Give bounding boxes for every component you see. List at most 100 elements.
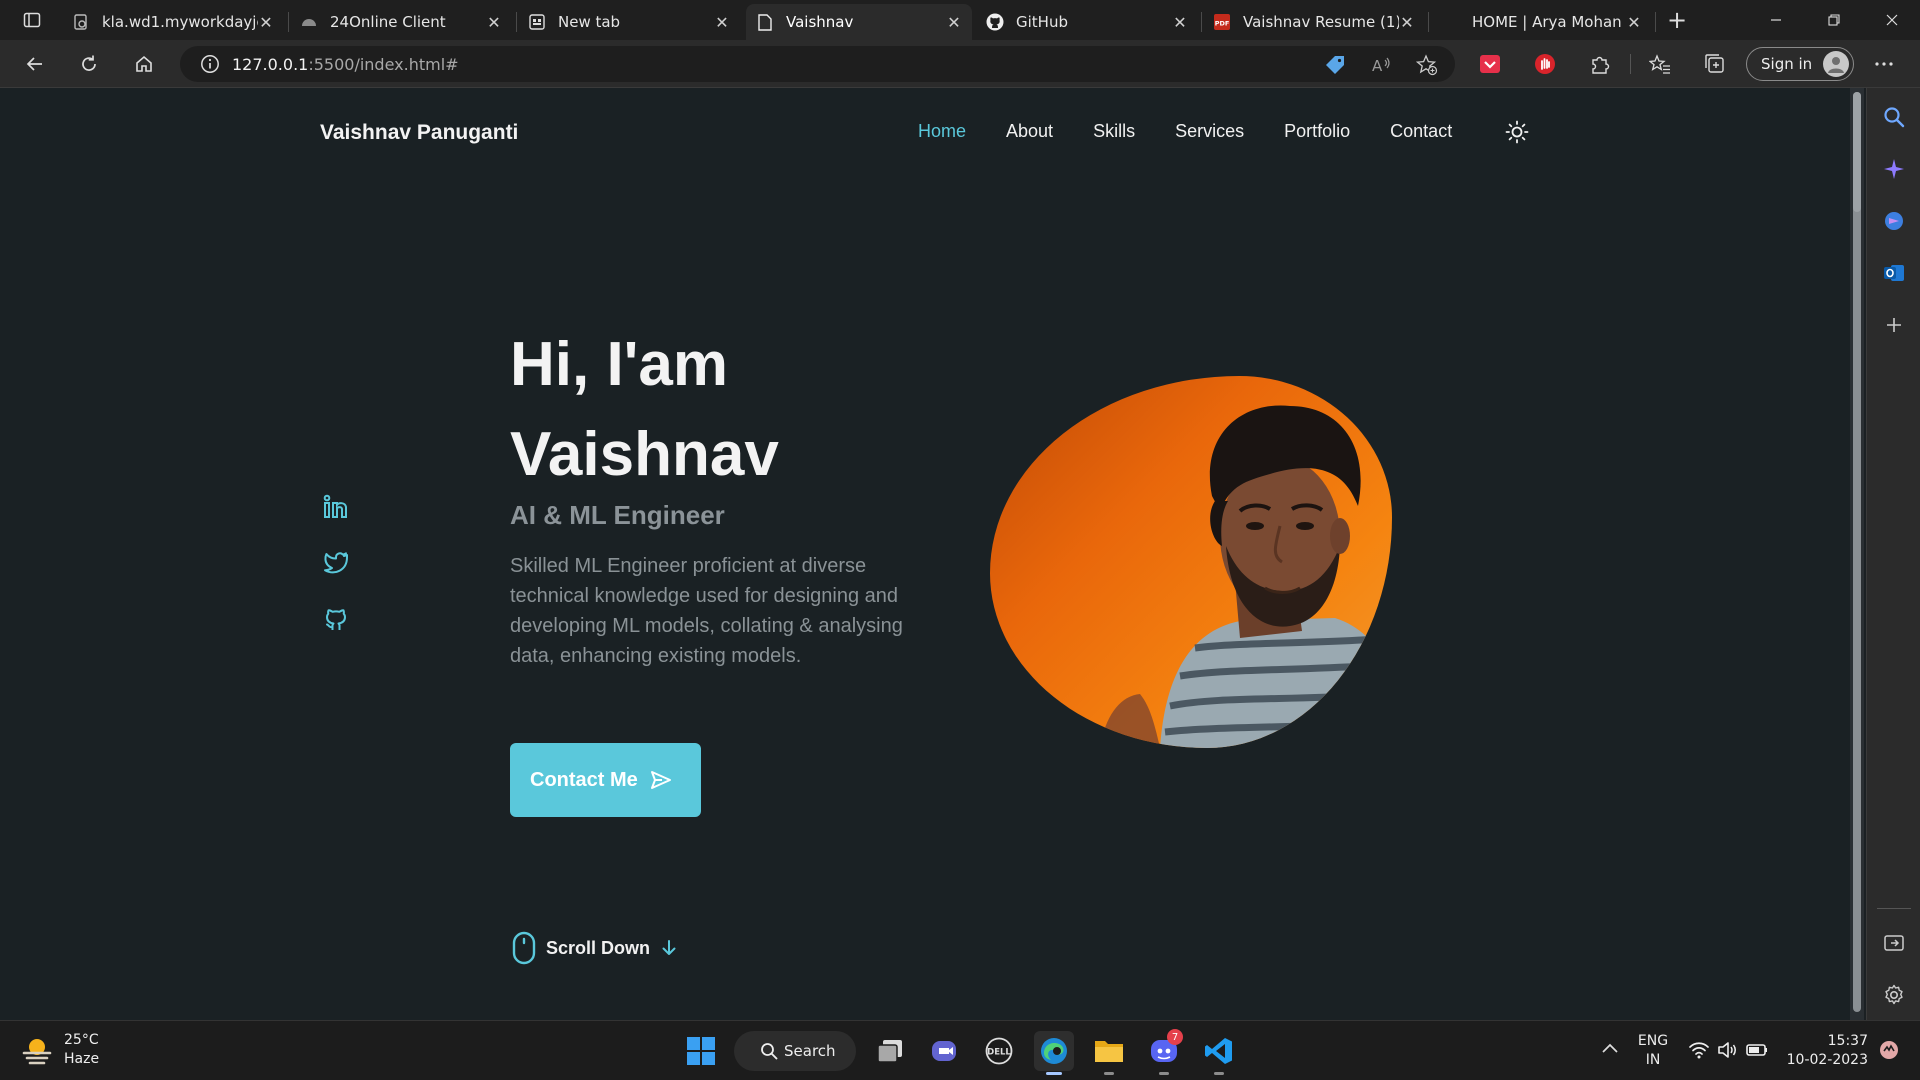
contact-me-button[interactable]: Contact Me	[510, 743, 701, 817]
teams-chat-button[interactable]	[924, 1031, 964, 1071]
file-explorer-button[interactable]	[1089, 1031, 1129, 1075]
mouse-icon	[512, 931, 536, 965]
vscode-icon	[1205, 1038, 1232, 1064]
pocket-extension-icon[interactable]	[1478, 52, 1502, 76]
svg-text:DELL: DELL	[987, 1048, 1011, 1058]
sidebar-games-button[interactable]	[1881, 208, 1907, 234]
hand-extension-icon[interactable]	[1533, 52, 1557, 76]
tab-new-tab[interactable]: New tab ✕	[518, 4, 740, 40]
scrollbar-thumb[interactable]	[1853, 92, 1861, 212]
close-icon[interactable]: ✕	[1399, 13, 1415, 32]
battery-icon[interactable]	[1746, 1039, 1768, 1061]
price-tag-icon[interactable]	[1324, 54, 1346, 76]
system-clock[interactable]: 15:37 10-02-2023	[1784, 1032, 1868, 1070]
svg-text:PDF: PDF	[1215, 20, 1230, 28]
hero-title-line2: Vaishnav	[510, 420, 779, 489]
edge-taskbar-button[interactable]	[1034, 1031, 1074, 1075]
nav-link-home[interactable]: Home	[918, 121, 966, 142]
hero-subtitle: AI & ML Engineer	[510, 500, 725, 530]
plus-icon	[1887, 318, 1901, 332]
site-logo[interactable]: Vaishnav Panuganti	[320, 121, 518, 145]
tab-github[interactable]: GitHub ✕	[976, 4, 1198, 40]
svg-text:A: A	[1372, 57, 1383, 75]
nav-link-portfolio[interactable]: Portfolio	[1284, 121, 1350, 142]
close-icon[interactable]: ✕	[714, 13, 730, 32]
info-icon[interactable]	[200, 54, 220, 74]
sidebar-outlook-button[interactable]	[1881, 260, 1907, 286]
sun-icon[interactable]	[1505, 120, 1529, 144]
tab-vaishnav[interactable]: Vaishnav ✕	[746, 4, 972, 40]
tab-workday[interactable]: kla.wd1.myworkdayjobs ✕	[62, 4, 284, 40]
read-aloud-icon[interactable]: A	[1370, 54, 1392, 76]
clock-date: 10-02-2023	[1786, 1052, 1868, 1068]
pdf-icon: PDF	[1213, 13, 1231, 31]
nav-link-about[interactable]: About	[1006, 121, 1053, 142]
clock-time: 15:37	[1827, 1033, 1868, 1049]
dell-app-button[interactable]: DELL	[979, 1031, 1019, 1071]
sidebar-discover-button[interactable]	[1881, 156, 1907, 182]
new-tab-button[interactable]: +	[1662, 6, 1692, 34]
nav-link-services[interactable]: Services	[1175, 121, 1244, 142]
discord-button[interactable]: 7	[1144, 1029, 1184, 1075]
back-button[interactable]	[20, 50, 50, 78]
scroll-down-label: Scroll Down	[546, 937, 651, 958]
page-icon	[756, 13, 774, 31]
nav-link-contact[interactable]: Contact	[1390, 121, 1452, 142]
notification-icon[interactable]	[1878, 1039, 1900, 1061]
tab-actions-icon	[23, 12, 41, 28]
wifi-icon[interactable]	[1688, 1039, 1710, 1061]
collections-icon[interactable]	[1703, 52, 1727, 76]
edge-sidebar	[1866, 88, 1920, 1020]
close-window-button[interactable]	[1864, 0, 1920, 40]
sidebar-hide-button[interactable]	[1881, 930, 1907, 956]
windows-icon	[687, 1037, 715, 1065]
tab-24online[interactable]: 24Online Client ✕	[290, 4, 512, 40]
github-icon[interactable]	[323, 608, 349, 634]
restore-button[interactable]	[1806, 0, 1862, 40]
refresh-button[interactable]	[74, 50, 104, 78]
task-view-button[interactable]	[870, 1031, 910, 1071]
language-indicator[interactable]: ENG IN	[1636, 1032, 1670, 1070]
close-icon[interactable]: ✕	[946, 13, 962, 32]
tab-resume-pdf[interactable]: PDF Vaishnav Resume (1).pdf ✕	[1203, 4, 1425, 40]
page-scrollbar[interactable]	[1850, 88, 1864, 1020]
weather-widget[interactable]: 25°C Haze	[20, 1031, 99, 1069]
sidebar-add-button[interactable]	[1881, 312, 1907, 338]
address-bar[interactable]: 127.0.0.1:5500/index.html# A	[180, 46, 1455, 82]
url-host: 127.0.0.1	[232, 54, 309, 74]
extensions-icon[interactable]	[1588, 52, 1612, 76]
sign-in-button[interactable]: Sign in	[1746, 47, 1854, 81]
scroll-down-link[interactable]: Scroll Down	[510, 931, 678, 965]
outlook-icon	[1884, 265, 1904, 281]
settings-more-button[interactable]	[1872, 52, 1896, 76]
chevron-up-icon[interactable]	[1598, 1037, 1622, 1061]
vscode-button[interactable]	[1199, 1031, 1239, 1075]
twitter-icon[interactable]	[323, 550, 349, 576]
nav-link-skills[interactable]: Skills	[1093, 121, 1135, 142]
minimize-button[interactable]	[1748, 0, 1804, 40]
search-icon	[761, 1043, 778, 1060]
tab-actions-button[interactable]	[12, 8, 52, 32]
volume-icon[interactable]	[1716, 1039, 1738, 1061]
hero-title-line1: Hi, I'am	[510, 330, 729, 399]
sign-in-label: Sign in	[1761, 55, 1813, 73]
tab-title: Vaishnav Resume (1).pdf	[1243, 13, 1399, 31]
close-icon[interactable]: ✕	[1626, 13, 1642, 32]
tab-title: 24Online Client	[330, 13, 446, 31]
home-button[interactable]	[129, 50, 159, 78]
close-icon[interactable]: ✕	[258, 13, 274, 32]
sidebar-search-button[interactable]	[1881, 104, 1907, 130]
add-favorite-icon[interactable]	[1416, 54, 1438, 76]
weather-description: Haze	[64, 1051, 100, 1067]
tab-title: GitHub	[1016, 13, 1068, 31]
tab-bar: kla.wd1.myworkdayjobs ✕ 24Online Client …	[0, 0, 1920, 40]
taskbar-search[interactable]: Search	[734, 1031, 856, 1071]
close-icon[interactable]: ✕	[486, 13, 502, 32]
close-icon[interactable]: ✕	[1172, 13, 1188, 32]
tab-arya-mohan[interactable]: HOME | Arya Mohan ✕	[1430, 4, 1652, 40]
favorites-icon[interactable]	[1648, 52, 1672, 76]
start-button[interactable]	[681, 1031, 721, 1071]
sidebar-settings-button[interactable]	[1881, 982, 1907, 1008]
scrollbar-track-fill	[1853, 92, 1861, 1012]
linkedin-icon[interactable]	[323, 494, 349, 520]
